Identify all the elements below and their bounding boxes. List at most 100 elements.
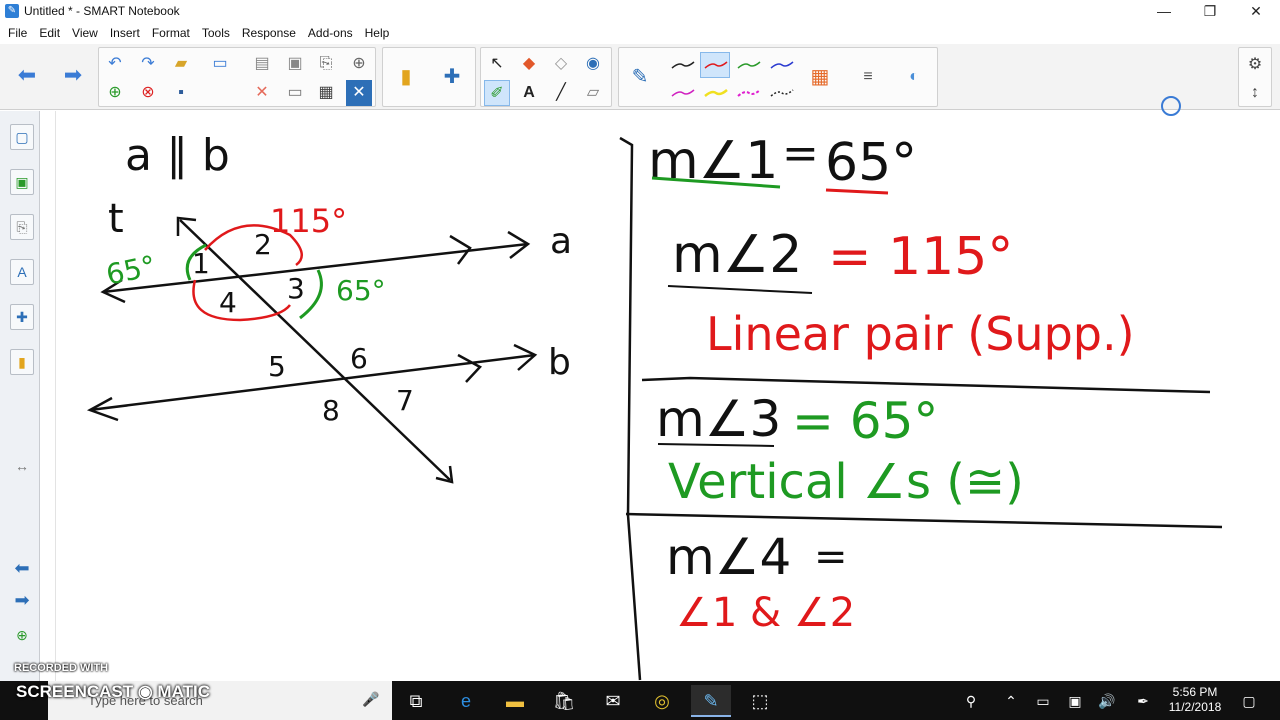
pen-black-swatch-icon[interactable] <box>671 60 695 70</box>
restore-button[interactable]: ❐ <box>1187 0 1233 22</box>
addons-group: ▮ ✚ <box>382 47 476 107</box>
smart-notebook-task-icon[interactable]: ✎ <box>691 685 731 717</box>
eraser-shape-icon[interactable]: ◇ <box>548 51 574 77</box>
action-center-icon[interactable]: ▢ <box>1238 690 1260 712</box>
shapes-icon[interactable]: ◆ <box>516 51 542 77</box>
menu-file[interactable]: File <box>4 22 35 44</box>
show-hidden-icons[interactable]: ⌃ <box>1000 690 1022 712</box>
undo-icon[interactable]: ↶ <box>102 51 128 77</box>
text-icon[interactable]: A <box>516 80 542 106</box>
minimize-button[interactable]: — <box>1141 0 1187 22</box>
toolbar-settings-group: ⚙ ↕ <box>1238 47 1272 107</box>
fill-icon[interactable]: ◉ <box>580 51 606 77</box>
angle-4-label: 4 <box>219 286 237 319</box>
row4-note: ∠1 & ∠2 <box>676 590 855 636</box>
pen-blue-swatch-icon[interactable] <box>770 60 794 70</box>
row2-reason: Linear pair (Supp.) <box>706 307 1135 361</box>
next-page-icon[interactable]: ➡ <box>60 62 86 88</box>
save-icon[interactable]: ▪ <box>168 80 194 106</box>
color-palette-icon[interactable]: ▦ <box>807 64 833 90</box>
full-screen-icon[interactable]: ▭ <box>282 80 308 106</box>
pen-yellow-swatch-icon[interactable] <box>704 88 728 98</box>
menu-insert[interactable]: Insert <box>106 22 148 44</box>
edge-browser-icon[interactable]: e <box>446 685 486 717</box>
transparency-icon[interactable]: ◐ <box>901 64 927 90</box>
pen-dashed-black-swatch-icon[interactable] <box>770 88 794 98</box>
paste-icon[interactable]: ▤ <box>249 51 275 77</box>
side-next-page-icon[interactable]: ➡ <box>10 588 34 614</box>
menu-tools[interactable]: Tools <box>198 22 238 44</box>
line-a-label: a <box>550 221 572 262</box>
pen-dashed-magenta-swatch-icon[interactable] <box>737 88 761 98</box>
pen-workspace-icon[interactable]: ✒ <box>1132 690 1154 712</box>
side-add-page-icon[interactable]: ⊕ <box>10 623 34 649</box>
screen-capture-icon[interactable]: ⎘ <box>313 51 339 77</box>
lesson-activity-icon[interactable]: ▮ <box>393 64 419 90</box>
resize-panel-icon[interactable]: ↔ <box>10 454 34 480</box>
menu-response[interactable]: Response <box>238 22 304 44</box>
pen-properties-group: ✎ ▦ ≡ ◐ <box>618 47 938 107</box>
attachments-icon[interactable]: ⎘ <box>10 214 34 240</box>
whiteboard-canvas[interactable]: a ∥ b t a b 1 2 3 4 5 6 7 8 115° 65° 65°… <box>57 115 1280 681</box>
microphone-icon[interactable]: 🎤 <box>362 691 379 708</box>
row2-value: = 115° <box>828 227 1013 287</box>
row2-label-underline <box>667 285 813 294</box>
capture-icon[interactable]: ▣ <box>282 51 308 77</box>
file-explorer-icon[interactable]: ▬ <box>495 685 535 717</box>
settings-gear-icon[interactable]: ⚙ <box>1242 52 1268 78</box>
screen-share-icon[interactable]: ▭ <box>207 51 233 77</box>
delete-icon[interactable]: ✕ <box>249 80 275 106</box>
chrome-icon[interactable]: ◎ <box>642 685 682 717</box>
angle-8-label: 8 <box>322 394 340 427</box>
select-arrow-icon[interactable]: ↖ <box>484 51 510 77</box>
line-a-parallel-mark <box>449 234 472 265</box>
addons-side-icon[interactable]: ✚ <box>10 304 34 330</box>
task-view-icon[interactable]: ⧉ <box>396 685 436 717</box>
side-previous-page-icon[interactable]: ⬅ <box>10 556 34 582</box>
table-icon[interactable]: ▦ <box>313 80 339 106</box>
menu-help[interactable]: Help <box>361 22 398 44</box>
lesson-activity-side-icon[interactable]: ▮ <box>10 349 34 375</box>
page-sorter-icon[interactable]: ▢ <box>10 124 34 150</box>
open-folder-icon[interactable]: ▰ <box>168 51 194 77</box>
add-page-icon[interactable]: ⊕ <box>102 80 128 106</box>
previous-page-icon[interactable]: ⬅ <box>14 62 40 88</box>
line-icon[interactable]: ╱ <box>548 80 574 106</box>
pens-icon[interactable]: ✐ <box>484 80 510 106</box>
battery-icon[interactable]: ▭ <box>1032 690 1054 712</box>
people-icon[interactable]: ⚲ <box>960 690 982 712</box>
pen-green-swatch-icon[interactable] <box>737 60 761 70</box>
menu-edit[interactable]: Edit <box>35 22 68 44</box>
pen-type-icon[interactable]: ✎ <box>627 64 653 90</box>
menu-format[interactable]: Format <box>148 22 198 44</box>
addons-puzzle-icon[interactable]: ✚ <box>439 64 465 90</box>
close-document-icon[interactable]: ✕ <box>346 80 372 106</box>
delete-page-icon[interactable]: ⊗ <box>135 80 161 106</box>
row1-equals: = <box>782 128 819 179</box>
panel-scroll-strip[interactable] <box>40 111 56 681</box>
store-icon[interactable]: 🛍 <box>544 685 584 717</box>
network-icon[interactable]: ▣ <box>1064 690 1086 712</box>
menu-add-ons[interactable]: Add-ons <box>304 22 361 44</box>
divider-row-3 <box>625 512 1223 529</box>
eraser-icon[interactable]: ▱ <box>580 80 606 106</box>
gallery-icon[interactable]: ▣ <box>10 169 34 195</box>
magnifier-icon[interactable]: ⊕ <box>346 51 372 77</box>
properties-icon[interactable]: A <box>10 259 34 285</box>
snipping-tool-icon[interactable]: ⬚ <box>740 685 780 717</box>
mail-icon[interactable]: ✉ <box>593 685 633 717</box>
volume-icon[interactable]: 🔊 <box>1096 690 1118 712</box>
close-button[interactable]: ✕ <box>1233 0 1279 22</box>
side-panel: ▢ ▣ ⎘ A ✚ ▮ ↔ ⬅ ➡ ⊕ <box>0 111 40 681</box>
row4-measure-label: m∠4 <box>666 528 791 586</box>
watermark-brand: SCREENCAST ◉ MATIC <box>16 682 210 701</box>
line-style-icon[interactable]: ≡ <box>855 64 881 90</box>
menu-view[interactable]: View <box>68 22 106 44</box>
toolbar-position-icon[interactable]: ↕ <box>1242 80 1268 106</box>
transversal-line <box>179 219 451 481</box>
line-a <box>102 242 529 294</box>
redo-icon[interactable]: ↷ <box>135 51 161 77</box>
pen-magenta-swatch-icon[interactable] <box>671 88 695 98</box>
taskbar-clock[interactable]: 5:56 PM 11/2/2018 <box>1156 685 1234 715</box>
pen-red-swatch-icon[interactable] <box>704 60 728 70</box>
